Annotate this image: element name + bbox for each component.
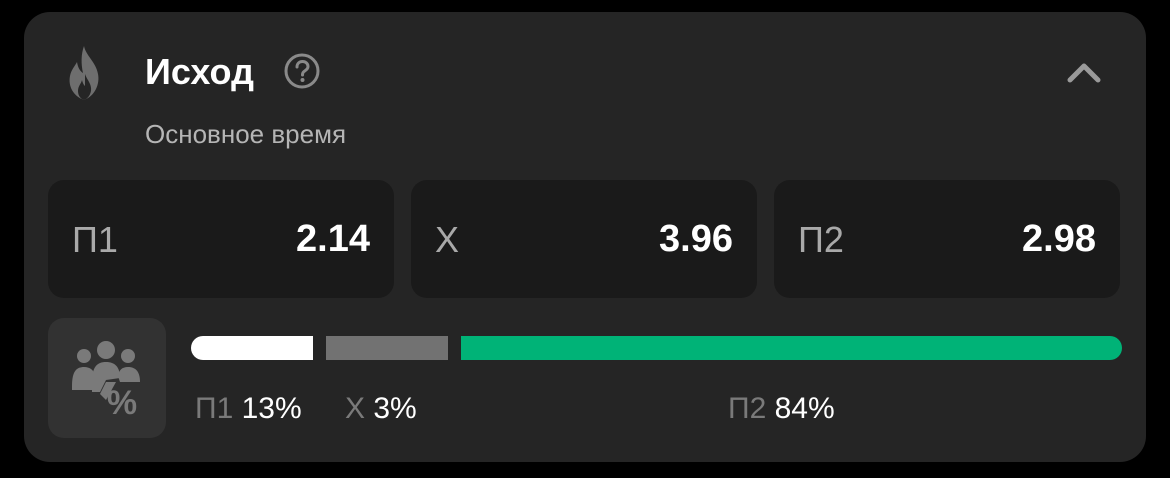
chevron-up-icon[interactable] bbox=[1064, 56, 1104, 88]
odd-label: П2 bbox=[798, 219, 844, 260]
distribution-percent: 13% bbox=[241, 392, 302, 425]
distribution-bar-p1 bbox=[191, 336, 313, 360]
distribution-label-p1: П1 13% bbox=[195, 392, 302, 426]
distribution-key: П2 bbox=[728, 392, 767, 425]
people-percent-icon: % bbox=[72, 341, 140, 416]
svg-text:%: % bbox=[107, 384, 137, 416]
distribution-percent: 84% bbox=[774, 392, 835, 425]
odd-button-p2[interactable]: П2 2.98 bbox=[774, 180, 1120, 298]
distribution-bar bbox=[191, 336, 1122, 360]
odd-value: 2.98 bbox=[1022, 218, 1096, 260]
outcome-market-card: Исход Основное время П1 2.14 Х 3.96 П2 2… bbox=[24, 12, 1146, 462]
market-title: Исход bbox=[145, 51, 254, 92]
bets-distribution-button[interactable]: % bbox=[48, 318, 166, 438]
market-subtitle: Основное время bbox=[145, 119, 347, 149]
odd-button-draw[interactable]: Х 3.96 bbox=[411, 180, 757, 298]
distribution-bar-p2 bbox=[461, 336, 1122, 360]
fire-icon bbox=[69, 46, 99, 100]
distribution-label-draw: Х 3% bbox=[345, 392, 417, 426]
odd-label: П1 bbox=[72, 219, 118, 260]
odd-value: 3.96 bbox=[659, 218, 733, 260]
distribution-key: Х bbox=[345, 392, 366, 425]
distribution-bar-draw bbox=[326, 336, 448, 360]
distribution-label-p2: П2 84% bbox=[728, 392, 835, 426]
odd-label: Х bbox=[435, 219, 460, 260]
distribution-key: П1 bbox=[195, 392, 234, 425]
question-circle-icon[interactable] bbox=[284, 53, 320, 89]
odd-value: 2.14 bbox=[296, 218, 370, 260]
odd-button-p1[interactable]: П1 2.14 bbox=[48, 180, 394, 298]
distribution-percent: 3% bbox=[373, 392, 417, 425]
